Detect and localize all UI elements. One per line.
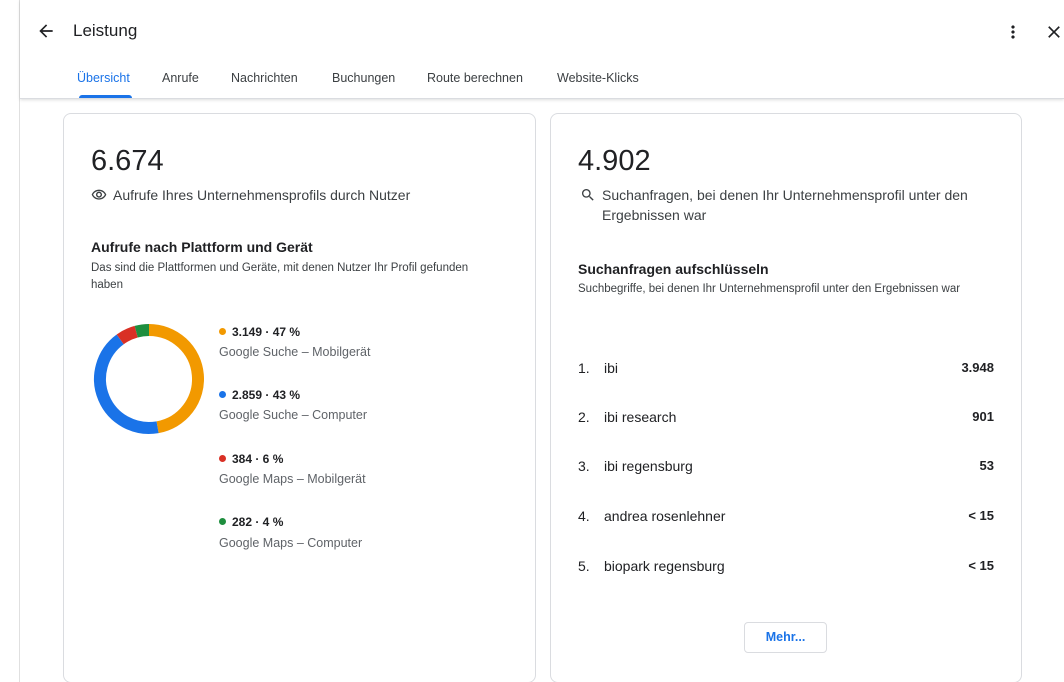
close-icon <box>1048 26 1060 38</box>
legend-name-maps-desktop: Google Maps – Computer <box>219 536 363 550</box>
legend-dot-maps-mobile <box>219 455 226 462</box>
donut-segment-search-mobile <box>148 324 204 434</box>
tab-nachrichten[interactable]: Nachrichten <box>231 71 298 85</box>
tab-buchungen[interactable]: Buchungen <box>332 71 395 85</box>
query-count: < 15 <box>968 508 994 523</box>
query-term: andrea rosenlehner <box>604 508 726 524</box>
active-tab-indicator <box>79 95 132 98</box>
queries-section-title: Suchanfragen aufschlüsseln <box>578 261 769 277</box>
tab-uebersicht[interactable]: Übersicht <box>77 71 130 85</box>
more-options-button[interactable] <box>1003 20 1023 44</box>
close-button[interactable] <box>1044 22 1064 42</box>
query-term: ibi research <box>604 409 677 425</box>
searches-total: 4.902 <box>578 145 651 177</box>
more-button[interactable]: Mehr... <box>744 622 827 653</box>
query-count: 53 <box>979 458 994 473</box>
query-rank: 1. <box>578 360 590 376</box>
searches-label-text: Suchanfragen, bei denen Ihr Unternehmens… <box>602 187 968 223</box>
query-term: ibi regensburg <box>604 458 693 474</box>
eye-icon <box>91 187 107 203</box>
query-row[interactable]: 4. andrea rosenlehner < 15 <box>578 508 994 528</box>
query-row[interactable]: 1. ibi 3.948 <box>578 360 994 380</box>
legend-dot-search-mobile <box>219 328 226 335</box>
views-label-text: Aufrufe Ihres Unternehmensprofils durch … <box>113 187 411 203</box>
donut-segment-search-desktop <box>94 334 159 434</box>
legend-value-maps-desktop: 282 · 4 % <box>219 515 283 529</box>
query-rank: 3. <box>578 458 590 474</box>
legend-name-search-mobile: Google Suche – Mobilgerät <box>219 345 371 359</box>
legend-value-search-mobile: 3.149 · 47 % <box>219 325 300 339</box>
query-term: biopark regensburg <box>604 558 725 574</box>
donut-segment-maps-desktop <box>134 324 150 338</box>
query-row[interactable]: 2. ibi research 901 <box>578 409 994 429</box>
query-row[interactable]: 5. biopark regensburg < 15 <box>578 558 994 578</box>
query-count: 901 <box>972 409 994 424</box>
platform-donut-chart <box>94 324 204 434</box>
legend-name-maps-mobile: Google Maps – Mobilgerät <box>219 472 366 486</box>
legend-name-search-desktop: Google Suche – Computer <box>219 408 368 422</box>
query-rank: 4. <box>578 508 590 524</box>
query-row[interactable]: 3. ibi regensburg 53 <box>578 458 994 478</box>
queries-section-desc: Suchbegriffe, bei denen Ihr Unternehmens… <box>578 283 961 295</box>
tab-anrufe[interactable]: Anrufe <box>162 71 199 85</box>
tab-website-klicks[interactable]: Website-Klicks <box>557 71 639 85</box>
back-button[interactable] <box>36 21 56 41</box>
views-total: 6.674 <box>91 145 164 177</box>
tab-route-berechnen[interactable]: Route berechnen <box>427 71 523 85</box>
searches-label: Suchanfragen, bei denen Ihr Unternehmens… <box>580 185 1000 225</box>
platform-section-title: Aufrufe nach Plattform und Gerät <box>91 239 313 255</box>
legend-value-maps-mobile: 384 · 6 % <box>219 452 283 466</box>
page-title: Leistung <box>73 21 138 40</box>
query-count: < 15 <box>968 558 994 573</box>
query-count: 3.948 <box>961 360 994 375</box>
search-icon <box>580 187 596 203</box>
arrow-back-icon <box>39 24 53 38</box>
legend-dot-search-desktop <box>219 391 226 398</box>
query-rank: 2. <box>578 409 590 425</box>
query-rank: 5. <box>578 558 590 574</box>
query-term: ibi <box>604 360 619 376</box>
legend-value-search-desktop: 2.859 · 43 % <box>219 388 300 402</box>
legend-dot-maps-desktop <box>219 518 226 525</box>
donut-segment-maps-mobile <box>116 325 139 345</box>
header-bar: Leistung Übersicht Anrufe Nachrichten Bu… <box>20 0 1064 99</box>
window-edge <box>19 0 20 682</box>
platform-section-desc: Das sind die Plattformen und Geräte, mit… <box>91 262 469 291</box>
views-label: Aufrufe Ihres Unternehmensprofils durch … <box>91 185 511 205</box>
more-vert-icon <box>1011 25 1015 39</box>
